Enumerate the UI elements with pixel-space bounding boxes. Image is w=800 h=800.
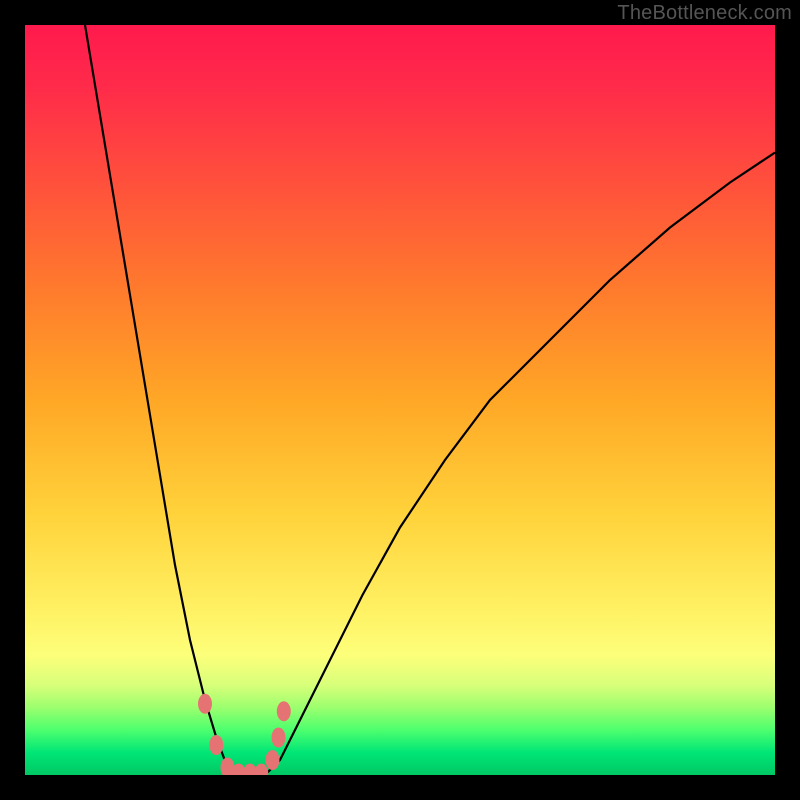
curve-right-branch [265,153,775,776]
chart-frame: TheBottleneck.com [0,0,800,800]
bottleneck-curve [25,25,775,775]
marker-group [198,694,291,775]
plot-area [25,25,775,775]
data-marker [254,764,268,776]
data-marker [266,750,280,770]
data-marker [277,701,291,721]
curve-left-branch [85,25,235,775]
data-marker [198,694,212,714]
data-marker [272,728,286,748]
data-marker [209,735,223,755]
watermark-text: TheBottleneck.com [617,2,792,25]
